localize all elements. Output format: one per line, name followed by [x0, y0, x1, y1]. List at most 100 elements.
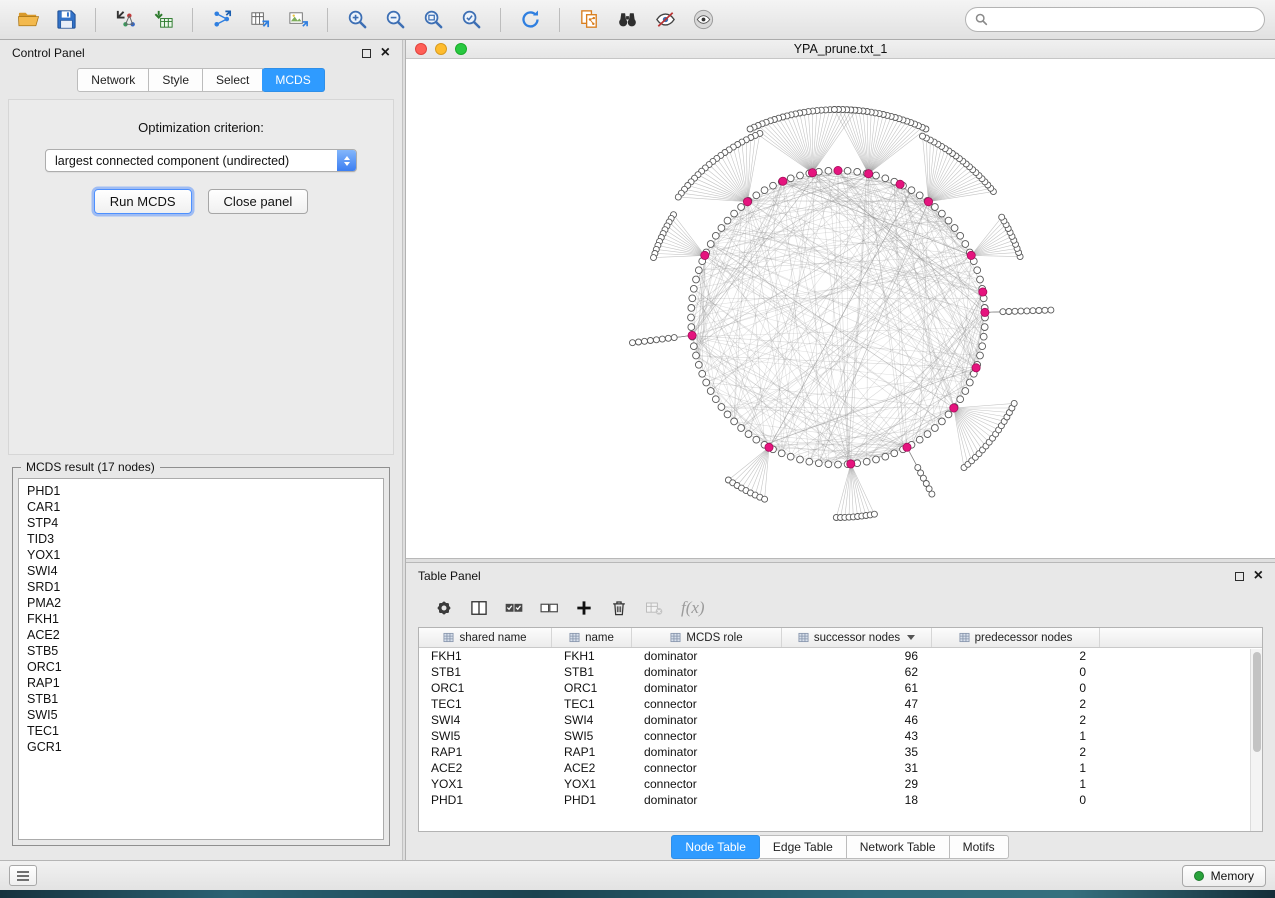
table-row[interactable]: RAP1RAP1dominator352: [419, 744, 1262, 760]
network-node[interactable]: [980, 333, 987, 340]
table-row[interactable]: SWI5SWI5connector431: [419, 728, 1262, 744]
mcds-result-item[interactable]: ACE2: [19, 627, 383, 643]
network-node[interactable]: [797, 456, 804, 463]
network-node[interactable]: [945, 411, 952, 418]
network-node[interactable]: [966, 379, 973, 386]
network-node[interactable]: [738, 204, 745, 211]
network-node[interactable]: [932, 425, 939, 432]
network-node[interactable]: [844, 167, 851, 174]
network-node[interactable]: [939, 418, 946, 425]
network-node[interactable]: [787, 453, 794, 460]
eye-button[interactable]: [685, 5, 721, 35]
mcds-result-item[interactable]: ORC1: [19, 659, 383, 675]
table-row[interactable]: STB1STB1dominator620: [419, 664, 1262, 680]
network-node[interactable]: [916, 192, 923, 199]
network-node[interactable]: [871, 511, 877, 517]
function-builder-button[interactable]: f(x): [681, 598, 705, 618]
network-dominator-node[interactable]: [834, 166, 842, 174]
network-node[interactable]: [1011, 400, 1017, 406]
network-node[interactable]: [688, 305, 695, 312]
network-node[interactable]: [1024, 308, 1030, 314]
criterion-select[interactable]: largest connected component (undirected): [45, 149, 357, 172]
network-node[interactable]: [747, 126, 753, 132]
network-node[interactable]: [731, 210, 738, 217]
network-node[interactable]: [873, 456, 880, 463]
network-node[interactable]: [718, 404, 725, 411]
mcds-result-item[interactable]: SWI4: [19, 563, 383, 579]
network-dominator-node[interactable]: [903, 443, 911, 451]
table-row[interactable]: SWI4SWI4dominator462: [419, 712, 1262, 728]
tab-edge-table[interactable]: Edge Table: [760, 835, 847, 859]
network-node[interactable]: [962, 388, 969, 395]
mcds-result-item[interactable]: TEC1: [19, 723, 383, 739]
table-scrollbar[interactable]: [1250, 649, 1262, 831]
network-node[interactable]: [882, 175, 889, 182]
table-row[interactable]: ORC1ORC1dominator610: [419, 680, 1262, 696]
network-node[interactable]: [630, 340, 636, 346]
toggle-column-button[interactable]: [463, 593, 495, 623]
select-all-button[interactable]: [498, 593, 530, 623]
network-node[interactable]: [738, 425, 745, 432]
network-node[interactable]: [797, 172, 804, 179]
network-node[interactable]: [999, 214, 1005, 220]
table-row[interactable]: YOX1YOX1connector291: [419, 776, 1262, 792]
mcds-result-item[interactable]: STB1: [19, 691, 383, 707]
network-node[interactable]: [939, 210, 946, 217]
network-node[interactable]: [778, 450, 785, 457]
network-node[interactable]: [962, 241, 969, 248]
mcds-result-item[interactable]: YOX1: [19, 547, 383, 563]
zoom-selected-button[interactable]: [453, 5, 489, 35]
network-node[interactable]: [647, 338, 653, 344]
network-node[interactable]: [854, 168, 861, 175]
tab-motifs[interactable]: Motifs: [950, 835, 1009, 859]
network-node[interactable]: [908, 187, 915, 194]
export-image-button[interactable]: [280, 5, 316, 35]
network-node[interactable]: [974, 267, 981, 274]
network-node[interactable]: [891, 450, 898, 457]
network-node[interactable]: [815, 460, 822, 467]
mcds-result-item[interactable]: FKH1: [19, 611, 383, 627]
network-dominator-node[interactable]: [924, 198, 932, 206]
window-close-icon[interactable]: [415, 43, 427, 55]
search-objects-button[interactable]: [609, 5, 645, 35]
network-node[interactable]: [753, 436, 760, 443]
network-dominator-node[interactable]: [972, 364, 980, 372]
tab-style[interactable]: Style: [149, 68, 203, 92]
network-node[interactable]: [1006, 309, 1012, 315]
network-node[interactable]: [873, 172, 880, 179]
network-node[interactable]: [1042, 307, 1048, 313]
delete-table-button[interactable]: [638, 593, 670, 623]
network-dominator-node[interactable]: [847, 460, 855, 468]
network-node[interactable]: [724, 411, 731, 418]
network-node[interactable]: [636, 339, 642, 345]
network-node[interactable]: [761, 187, 768, 194]
network-node[interactable]: [835, 461, 842, 468]
save-button[interactable]: [48, 5, 84, 35]
float-panel-icon[interactable]: [362, 49, 371, 58]
table-row[interactable]: FKH1FKH1dominator962: [419, 648, 1262, 664]
network-node[interactable]: [659, 336, 665, 342]
network-node[interactable]: [1030, 308, 1036, 314]
network-node[interactable]: [745, 431, 752, 438]
network-node[interactable]: [916, 436, 923, 443]
column-header-successor-nodes[interactable]: successor nodes: [782, 628, 932, 647]
network-dominator-node[interactable]: [950, 404, 958, 412]
network-node[interactable]: [724, 217, 731, 224]
network-node[interactable]: [957, 232, 964, 239]
network-node[interactable]: [693, 352, 700, 359]
network-dominator-node[interactable]: [688, 331, 696, 339]
network-node[interactable]: [712, 232, 719, 239]
network-node[interactable]: [665, 335, 671, 341]
mcds-result-item[interactable]: STP4: [19, 515, 383, 531]
close-panel-icon[interactable]: ×: [381, 45, 390, 61]
network-node[interactable]: [929, 491, 935, 497]
network-node[interactable]: [920, 133, 926, 139]
network-node[interactable]: [695, 267, 702, 274]
network-node[interactable]: [945, 217, 952, 224]
mcds-result-item[interactable]: SRD1: [19, 579, 383, 595]
network-node[interactable]: [707, 388, 714, 395]
tab-select[interactable]: Select: [203, 68, 263, 92]
network-node[interactable]: [718, 225, 725, 232]
network-node[interactable]: [695, 361, 702, 368]
tab-node-table[interactable]: Node Table: [671, 835, 760, 859]
